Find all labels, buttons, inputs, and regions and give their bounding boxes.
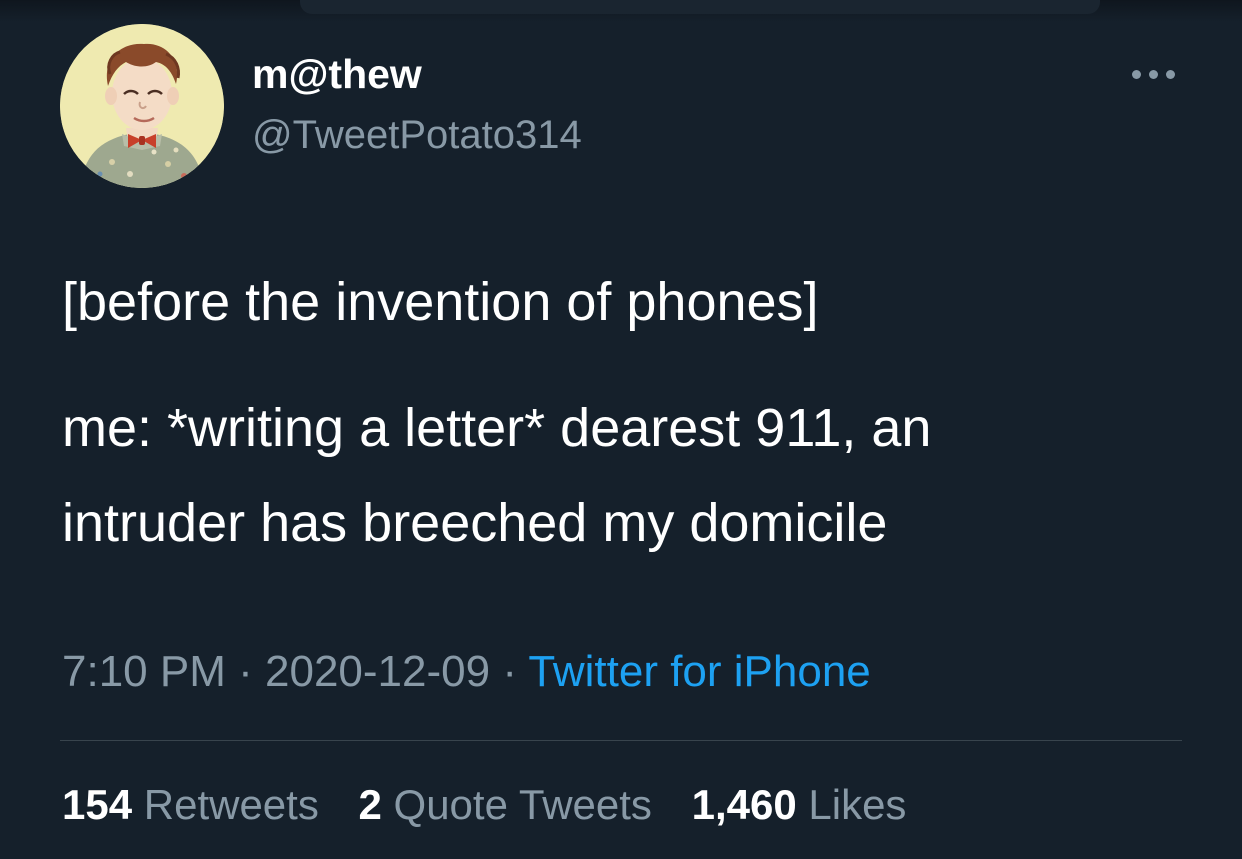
divider: [60, 740, 1182, 741]
separator-dot: ·: [502, 647, 517, 696]
tweet-text-line: me: *writing a letter* dearest 911, an: [62, 398, 932, 458]
likes-stat[interactable]: 1,460 Likes: [692, 781, 907, 828]
more-options-icon[interactable]: [1126, 58, 1182, 88]
tweet-metadata: 7:10 PM · 2020-12-09 · Twitter for iPhon…: [62, 643, 871, 701]
display-name[interactable]: m@thew: [252, 46, 422, 102]
quote-tweets-label: Quote Tweets: [393, 781, 652, 828]
engagement-stats: 154 Retweets 2 Quote Tweets 1,460 Likes: [62, 776, 934, 834]
separator-dot: ·: [238, 647, 253, 696]
likes-label: Likes: [808, 781, 907, 828]
avatar[interactable]: [60, 24, 224, 188]
retweets-label: Retweets: [143, 781, 319, 828]
retweets-count: 154: [62, 781, 133, 828]
tweet-text-line: intruder has breeched my domicile: [62, 493, 888, 553]
retweets-stat[interactable]: 154 Retweets: [62, 781, 331, 828]
tweet-date[interactable]: 2020-12-09: [265, 647, 490, 696]
top-edge: [0, 0, 1242, 22]
user-handle[interactable]: @TweetPotato314: [252, 108, 582, 162]
quote-tweets-stat[interactable]: 2 Quote Tweets: [359, 781, 664, 828]
likes-count: 1,460: [691, 781, 797, 828]
tweet-text-line: [before the invention of phones]: [62, 272, 819, 332]
quote-tweets-count: 2: [358, 781, 382, 828]
tweet-source-link[interactable]: Twitter for iPhone: [528, 647, 870, 696]
tweet-time[interactable]: 7:10 PM: [62, 647, 226, 696]
avatar-illustration: [60, 24, 224, 188]
